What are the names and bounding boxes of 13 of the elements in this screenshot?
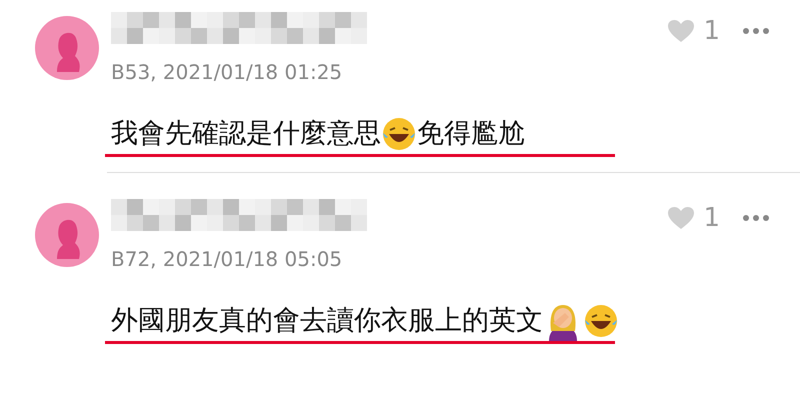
- comment-meta: B53, 2021/01/18 01:25: [111, 60, 344, 84]
- comment-text: 我會先確認是什麼意思: [111, 117, 381, 151]
- comment-text: 免得尷尬: [417, 117, 525, 151]
- comment-text: 外國朋友真的會去讀你衣服上的英文: [111, 304, 543, 338]
- avatar-icon: [35, 16, 99, 80]
- laughing-emoji-icon: [381, 116, 417, 152]
- like-count: 1: [703, 16, 720, 46]
- laughing-emoji-icon: [583, 303, 619, 339]
- more-icon[interactable]: [742, 214, 770, 222]
- like-count: 1: [703, 203, 720, 233]
- avatar-icon: [35, 203, 99, 267]
- comment-meta: B72, 2021/01/18 05:05: [111, 247, 344, 271]
- more-icon[interactable]: [742, 27, 770, 35]
